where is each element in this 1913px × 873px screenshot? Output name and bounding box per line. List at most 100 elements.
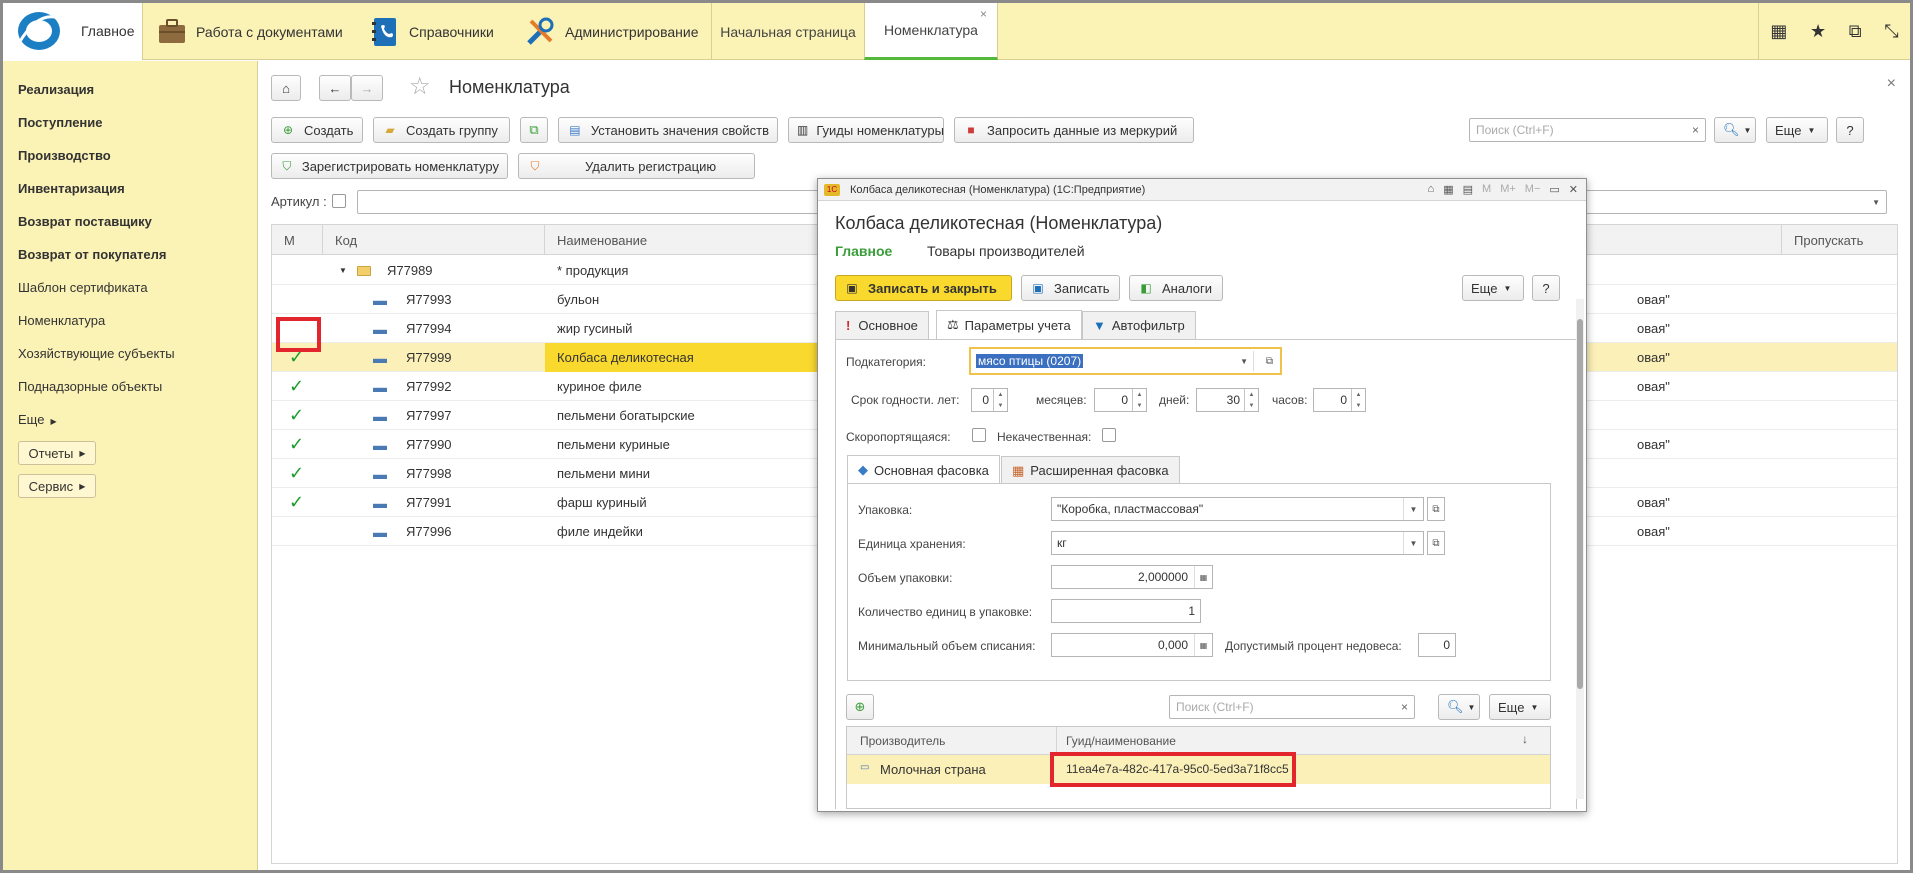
back-button[interactable]: ← [319,75,351,101]
favorite-star-icon[interactable]: ☆ [409,72,431,101]
column-m[interactable]: М [272,225,323,255]
register-button[interactable]: ⛉ Зарегистрировать номенклатуру [271,153,508,179]
shelf-months-input[interactable]: 0 ▲ ▼ [1094,388,1147,412]
underweight-field[interactable]: 0 [1418,633,1456,657]
substandard-checkbox[interactable] [1102,428,1116,442]
chevron-down-icon[interactable]: ▼ [1240,357,1248,366]
reports-button[interactable]: Отчеты ▶ [18,441,96,465]
dialog-close-icon[interactable]: ✕ [1569,183,1578,196]
save-close-button[interactable]: ▣ Записать и закрыть [835,275,1012,301]
favorites-star-icon[interactable]: ★ [1810,21,1826,42]
save-button[interactable]: ▣ Записать [1021,275,1120,301]
tab-close-icon[interactable]: × [980,7,987,21]
sidebar-item-production[interactable]: Производство [18,148,111,163]
check-icon[interactable]: ✓ [289,430,304,459]
dialog-nav-producers[interactable]: Товары производителей [927,243,1085,259]
spin-icon[interactable]: ▲ ▼ [993,389,1007,411]
shelf-days-input[interactable]: 30 ▲ ▼ [1196,388,1259,412]
pack-volume-field[interactable]: 2,000000 ▦ [1051,565,1213,589]
close-icon[interactable]: × [1887,75,1896,93]
memory-m-icon[interactable]: M [1482,183,1491,196]
column-skip[interactable]: Пропускать [1781,225,1898,255]
section-administration[interactable]: Администрирование [525,3,699,60]
calculator-icon[interactable]: ▦ [1443,183,1453,196]
expand-triangle-icon[interactable]: ▼ [339,256,347,285]
calculator-icon[interactable]: ▦ [1194,634,1212,656]
tab-accounting-params[interactable]: ⚖ Параметры учета [936,310,1082,339]
tab-basic-pack[interactable]: ◆ Основная фасовка [847,455,1000,484]
analogs-button[interactable]: ◧ Аналоги [1129,275,1223,301]
producer-more-button[interactable]: Еще ▼ [1489,694,1551,720]
tab-autofilter[interactable]: ▼ Автофильтр [1082,311,1196,339]
calendar-icon[interactable]: ▤ [1463,183,1473,196]
create-group-button[interactable]: ▰ Создать группу [373,117,510,143]
units-in-pack-field[interactable]: 1 [1051,599,1201,623]
service-button[interactable]: Сервис ▶ [18,474,96,498]
open-icon[interactable]: ⧉ [1266,356,1273,367]
sidebar-item-nomenclature[interactable]: Номенклатура [18,313,105,328]
shelf-hours-input[interactable]: 0 ▲ ▼ [1313,388,1366,412]
subcategory-field[interactable]: мясо птицы (0207) ▼ ⧉ [969,347,1282,375]
spin-icon[interactable]: ▲ ▼ [1351,389,1365,411]
sort-arrow-icon[interactable]: ↓ [1522,732,1528,746]
add-producer-button[interactable]: ⊕ [846,694,874,720]
maximize-icon[interactable]: ▭ [1549,183,1559,196]
column-guid[interactable]: Гуид/наименование [1066,734,1176,748]
perishable-checkbox[interactable] [972,428,986,442]
dialog-help-button[interactable]: ? [1532,275,1560,301]
sidebar-item-receipt[interactable]: Поступление [18,115,103,130]
sidebar-item-inventory[interactable]: Инвентаризация [18,181,125,196]
set-properties-button[interactable]: ▤ Установить значения свойств [558,117,778,143]
memory-mminus-icon[interactable]: M− [1525,183,1541,196]
dialog-more-button[interactable]: Еще ▼ [1462,275,1524,301]
clear-icon[interactable]: × [1401,700,1408,714]
sidebar-item-certificate-template[interactable]: Шаблон сертификата [18,280,148,295]
tab-basic[interactable]: ! Основное [835,311,929,339]
dialog-scrollbar[interactable] [1576,299,1584,799]
check-icon[interactable]: ✓ [289,459,304,488]
storage-unit-open-button[interactable]: ⧉ [1427,531,1445,555]
unregister-button[interactable]: ⛉ Удалить регистрацию [518,153,755,179]
scrollbar-thumb[interactable] [1577,319,1583,689]
packaging-field[interactable]: "Коробка, пластмассовая" ▼ [1051,497,1424,521]
section-documents[interactable]: Работа с документами [158,3,343,60]
request-mercury-button[interactable]: ■ Запросить данные из меркурий [954,117,1194,143]
history-icon[interactable]: ⧉ [1849,21,1862,42]
spin-icon[interactable]: ▲ ▼ [1132,389,1146,411]
tab-start-page[interactable]: Начальная страница [711,3,864,60]
copy-button[interactable]: ⧉ [520,117,548,143]
forward-button[interactable]: → [351,75,383,101]
sidebar-item-sales[interactable]: Реализация [18,82,94,97]
producer-search-input[interactable]: Поиск (Ctrl+F) × [1169,695,1415,719]
section-home[interactable]: Главное [3,3,143,60]
check-icon[interactable]: ✓ [289,372,304,401]
check-icon[interactable]: ✓ [289,401,304,430]
memory-mplus-icon[interactable]: M+ [1500,183,1516,196]
apps-grid-icon[interactable]: ▦ [1770,21,1787,42]
help-button[interactable]: ? [1836,117,1864,143]
chevron-down-icon[interactable]: ▼ [1403,532,1423,554]
window-menu-icon[interactable]: ⤡ [1884,21,1898,42]
tab-extended-pack[interactable]: ▦ Расширенная фасовка [1001,456,1180,484]
packaging-open-button[interactable]: ⧉ [1427,497,1445,521]
guids-button[interactable]: ▥ Гуиды номенклатуры [788,117,944,143]
dialog-nav-main[interactable]: Главное [835,243,892,259]
search-input[interactable]: Поиск (Ctrl+F) × [1469,118,1706,142]
more-button[interactable]: Еще ▼ [1766,117,1828,143]
create-button[interactable]: ⊕ Создать [271,117,363,143]
home-button[interactable]: ⌂ [271,75,301,101]
min-writeoff-field[interactable]: 0,000 ▦ [1051,633,1213,657]
section-directories[interactable]: Справочники [371,3,494,60]
calculator-icon[interactable]: ▦ [1194,566,1212,588]
spin-icon[interactable]: ▲ ▼ [1244,389,1258,411]
check-icon[interactable]: ✓ [289,488,304,517]
storage-unit-field[interactable]: кг ▼ [1051,531,1424,555]
sidebar-item-return-supplier[interactable]: Возврат поставщику [18,214,152,229]
link-icon[interactable]: ⌂ [1428,183,1435,196]
clear-icon[interactable]: × [1692,123,1699,137]
sidebar-item-return-customer[interactable]: Возврат от покупателя [18,247,166,262]
column-producer[interactable]: Производитель [860,734,945,748]
chevron-down-icon[interactable]: ▼ [1403,498,1423,520]
sidebar-item-business-entities[interactable]: Хозяйствующие субъекты [18,346,175,361]
sidebar-item-more[interactable]: Еще ▶ [18,412,57,427]
